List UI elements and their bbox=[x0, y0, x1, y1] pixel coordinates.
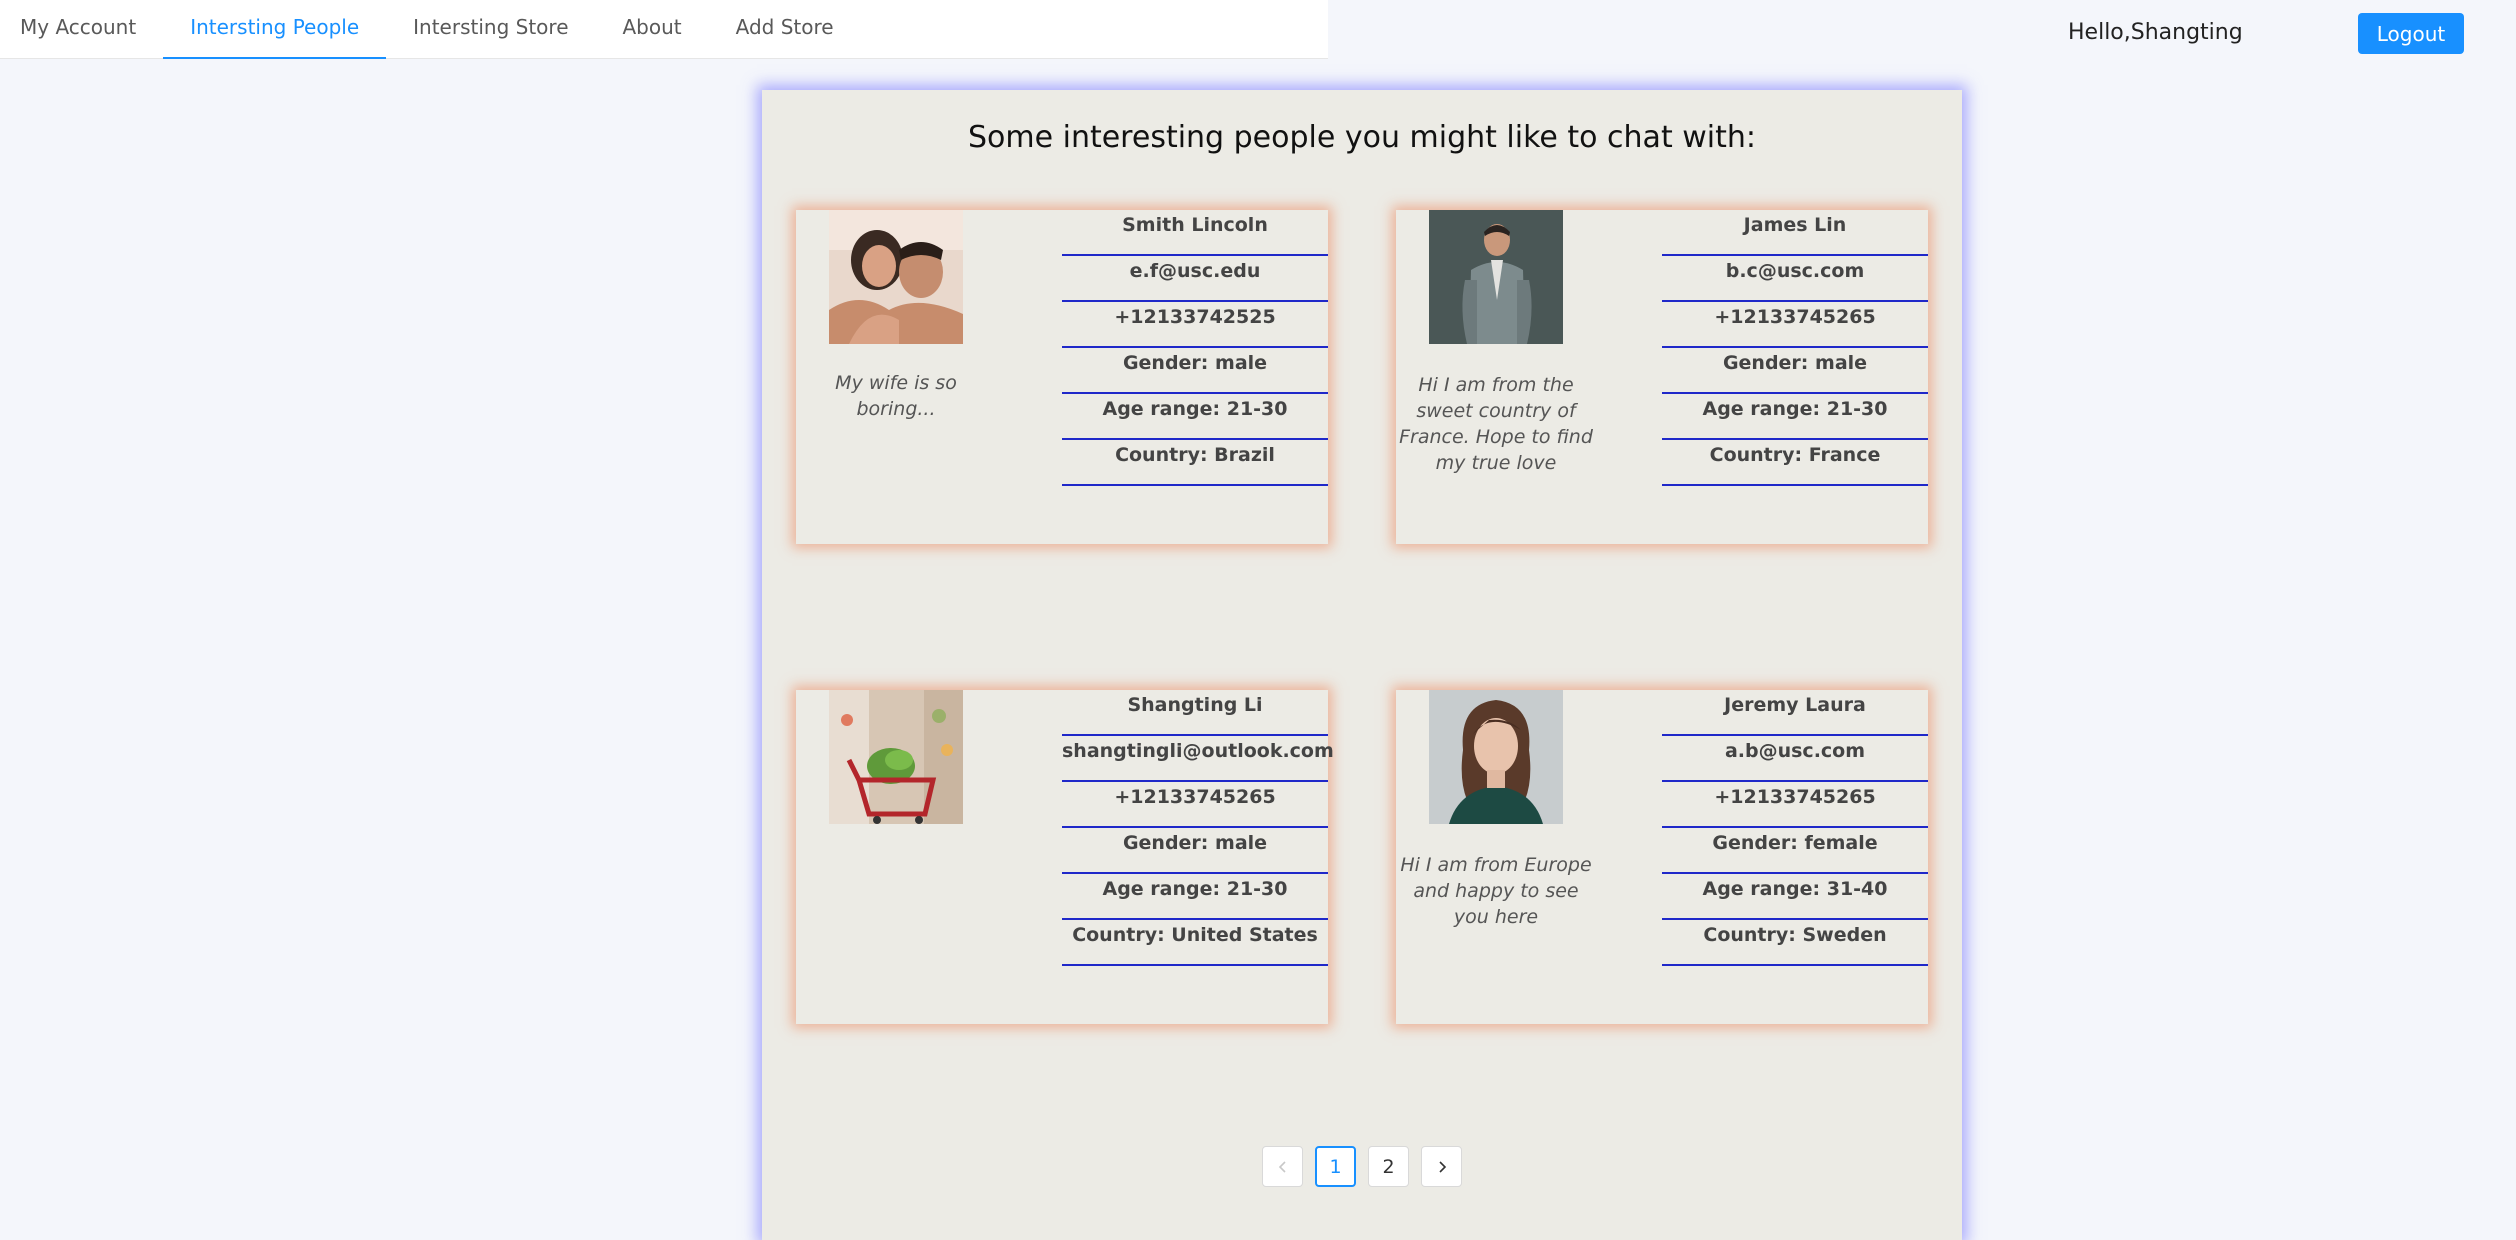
person-email: a.b@usc.com bbox=[1662, 736, 1928, 782]
person-card[interactable]: Shangting Li shangtingli@outlook.com +12… bbox=[796, 690, 1334, 1024]
person-profile: My wife is so boring... bbox=[796, 210, 996, 544]
person-age-range: Age range: 21-30 bbox=[1662, 394, 1928, 440]
person-details: Shangting Li shangtingli@outlook.com +12… bbox=[1062, 690, 1334, 966]
woman-portrait-photo-icon bbox=[1429, 690, 1563, 824]
person-details: Smith Lincoln e.f@usc.edu +12133742525 G… bbox=[1062, 210, 1328, 486]
person-email: b.c@usc.com bbox=[1662, 256, 1928, 302]
grocery-cart-photo-icon bbox=[829, 690, 963, 824]
person-phone: +12133745265 bbox=[1062, 782, 1328, 828]
person-gender: Gender: male bbox=[1062, 348, 1328, 394]
person-profile: Hi I am from Europe and happy to see you… bbox=[1396, 690, 1596, 1024]
tab-add-store[interactable]: Add Store bbox=[709, 0, 861, 58]
person-email: shangtingli@outlook.com bbox=[1062, 736, 1334, 782]
page-2-button[interactable]: 2 bbox=[1368, 1146, 1409, 1187]
person-profile bbox=[796, 690, 996, 1024]
person-age-range: Age range: 21-30 bbox=[1062, 874, 1328, 920]
person-card[interactable]: My wife is so boring... Smith Lincoln e.… bbox=[796, 210, 1328, 544]
person-name: Jeremy Laura bbox=[1662, 690, 1928, 736]
person-name: Shangting Li bbox=[1062, 690, 1328, 736]
person-country: Country: France bbox=[1662, 440, 1928, 486]
person-bio: Hi I am from Europe and happy to see you… bbox=[1400, 854, 1592, 928]
tab-my-account[interactable]: My Account bbox=[0, 0, 163, 58]
person-details: James Lin b.c@usc.com +12133745265 Gende… bbox=[1662, 210, 1928, 486]
person-profile: Hi I am from the sweet country of France… bbox=[1396, 210, 1596, 544]
person-age-range: Age range: 21-30 bbox=[1062, 394, 1328, 440]
people-panel: Some interesting people you might like t… bbox=[762, 90, 1962, 1240]
man-in-suit-photo-icon bbox=[1429, 210, 1563, 344]
avatar bbox=[829, 690, 963, 824]
person-gender: Gender: male bbox=[1662, 348, 1928, 394]
person-gender: Gender: male bbox=[1062, 828, 1328, 874]
person-phone: +12133745265 bbox=[1662, 302, 1928, 348]
prev-page-button[interactable] bbox=[1262, 1146, 1303, 1187]
person-country: Country: Brazil bbox=[1062, 440, 1328, 486]
chevron-right-icon bbox=[1438, 1160, 1446, 1173]
person-age-range: Age range: 31-40 bbox=[1662, 874, 1928, 920]
person-country: Country: Sweden bbox=[1662, 920, 1928, 966]
person-gender: Gender: female bbox=[1662, 828, 1928, 874]
avatar bbox=[1429, 210, 1563, 344]
pagination: 1 2 bbox=[1262, 1146, 1462, 1187]
user-greeting: Hello,Shangting bbox=[2068, 20, 2243, 45]
page-1-button[interactable]: 1 bbox=[1315, 1146, 1356, 1187]
person-bio: Hi I am from the sweet country of France… bbox=[1399, 374, 1593, 474]
person-card[interactable]: Hi I am from the sweet country of France… bbox=[1396, 210, 1928, 544]
person-card[interactable]: Hi I am from Europe and happy to see you… bbox=[1396, 690, 1928, 1024]
logout-button[interactable]: Logout bbox=[2358, 13, 2464, 54]
avatar bbox=[1429, 690, 1563, 824]
person-details: Jeremy Laura a.b@usc.com +12133745265 Ge… bbox=[1662, 690, 1928, 966]
avatar bbox=[829, 210, 963, 344]
top-nav: My Account Intersting People Intersting … bbox=[0, 0, 1328, 59]
tab-intersting-store[interactable]: Intersting Store bbox=[386, 0, 595, 58]
couple-photo-icon bbox=[829, 210, 963, 344]
person-name: James Lin bbox=[1662, 210, 1928, 256]
person-bio: My wife is so boring... bbox=[835, 372, 957, 420]
tab-intersting-people[interactable]: Intersting People bbox=[163, 0, 387, 59]
chevron-left-icon bbox=[1278, 1160, 1286, 1173]
person-country: Country: United States bbox=[1062, 920, 1328, 966]
person-phone: +12133742525 bbox=[1062, 302, 1328, 348]
person-phone: +12133745265 bbox=[1662, 782, 1928, 828]
person-name: Smith Lincoln bbox=[1062, 210, 1328, 256]
person-email: e.f@usc.edu bbox=[1062, 256, 1328, 302]
page-title: Some interesting people you might like t… bbox=[968, 120, 1756, 155]
next-page-button[interactable] bbox=[1421, 1146, 1462, 1187]
tab-about[interactable]: About bbox=[596, 0, 709, 58]
